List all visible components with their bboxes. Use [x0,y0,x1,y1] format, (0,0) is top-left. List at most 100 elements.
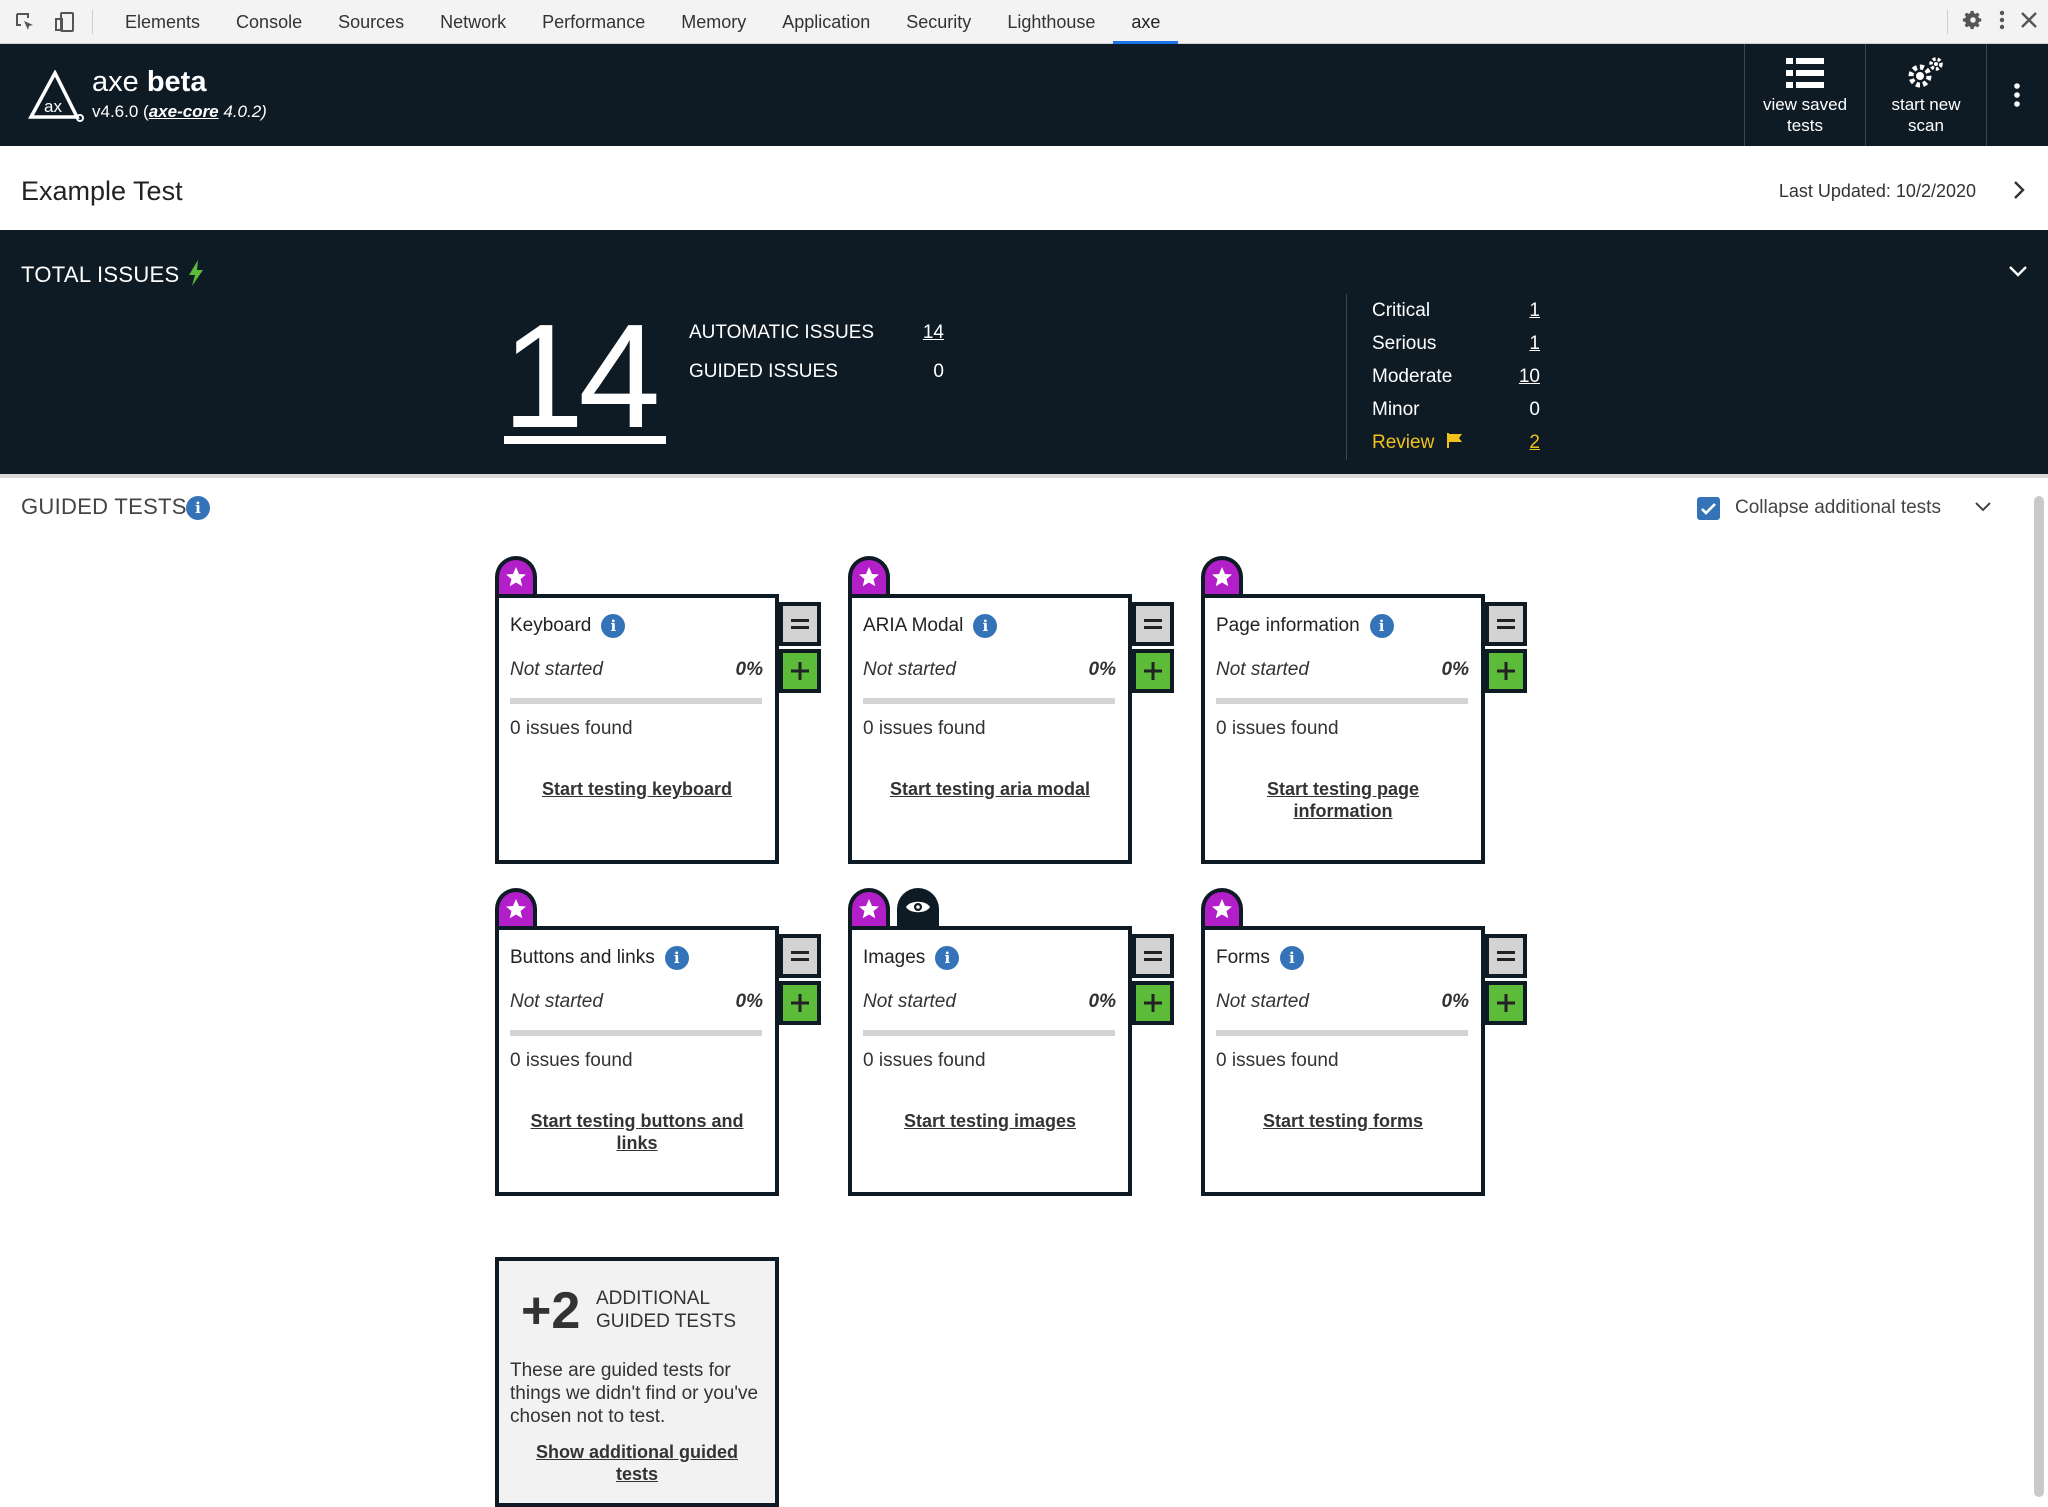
issues-divider [1346,294,1347,460]
eye-tab [897,888,939,926]
total-issues-count[interactable]: 14 [502,302,661,452]
guided-issues-count: 0 [933,361,944,382]
add-button[interactable] [1485,981,1527,1025]
equals-icon [791,951,809,961]
collapse-button[interactable] [779,602,821,646]
severity-serious-count[interactable]: 1 [1529,333,1540,355]
card-percent: 0% [1088,991,1116,1012]
collapse-button[interactable] [1132,602,1174,646]
review-label-text: Review [1372,432,1435,453]
start-testing-link[interactable]: Start testing aria modal [872,778,1108,800]
add-button[interactable] [1485,649,1527,693]
info-icon[interactable]: i [1369,614,1394,638]
chevron-right-icon[interactable] [2012,180,2026,205]
collapse-additional-label[interactable]: Collapse additional tests [1735,497,1941,519]
total-issues-underline [504,436,666,444]
tab-axe[interactable]: axe [1113,0,1179,44]
start-testing-link[interactable]: Start testing buttons and links [519,1110,755,1154]
add-button[interactable] [779,649,821,693]
guided-test-card-aria-modal: ARIA Modal i Not started 0% 0 issues foun… [848,594,1132,864]
star-icon [1212,567,1232,587]
tab-application[interactable]: Application [764,0,888,44]
last-updated: Last Updated: 10/2/2020 [1778,181,1976,201]
automatic-issues-count[interactable]: 14 [900,322,944,344]
severity-review-count[interactable]: 2 [1529,432,1540,454]
chevron-down-icon[interactable] [2008,264,2028,283]
start-new-scan-button[interactable]: start new scan [1865,44,1987,146]
info-icon[interactable]: i [601,614,626,638]
info-icon[interactable]: i [973,614,998,638]
tab-lighthouse[interactable]: Lighthouse [989,0,1113,44]
progress-bar [863,1030,1115,1036]
collapse-button[interactable] [779,934,821,978]
collapse-additional-checkbox[interactable] [1697,497,1720,520]
info-icon[interactable]: i [935,946,960,970]
equals-icon [1497,951,1515,961]
info-icon[interactable]: i [664,946,689,970]
equals-icon [791,619,809,629]
eye-icon [906,901,930,913]
device-toggle-icon[interactable] [50,7,80,37]
progress-bar [510,1030,762,1036]
severity-review-label: Review [1372,432,1464,454]
card-status: Not started [863,991,956,1012]
tab-performance[interactable]: Performance [524,0,663,44]
plus-icon [791,994,809,1012]
add-button[interactable] [1132,981,1174,1025]
tab-elements[interactable]: Elements [107,0,218,44]
star-tab [848,888,890,926]
tab-sources[interactable]: Sources [320,0,422,44]
card-title-text: Images [863,947,926,968]
tab-security[interactable]: Security [888,0,989,44]
inspect-element-icon[interactable] [10,7,40,37]
severity-moderate-count[interactable]: 10 [1519,366,1540,388]
start-testing-link[interactable]: Start testing images [872,1110,1108,1132]
add-button[interactable] [1132,649,1174,693]
guided-test-card-keyboard: Keyboard i Not started 0% 0 issues found … [495,594,779,864]
equals-icon [1497,619,1515,629]
toolbar-divider [1947,10,1948,34]
view-saved-tests-button[interactable]: view saved tests [1744,44,1865,146]
info-icon[interactable]: i [1279,946,1304,970]
start-testing-link[interactable]: Start testing page information [1225,778,1461,822]
card-issues-found: 0 issues found [1216,1050,1339,1071]
card-percent: 0% [735,991,763,1012]
progress-bar [863,698,1115,704]
start-testing-link[interactable]: Start testing forms [1225,1110,1461,1132]
card-title-text: Forms [1216,947,1270,968]
axe-core-link[interactable]: axe-core [149,102,219,121]
show-additional-tests-link[interactable]: Show additional guided tests [519,1441,755,1485]
settings-icon[interactable] [1962,9,1984,36]
tab-console[interactable]: Console [218,0,320,44]
star-icon [506,567,526,587]
guided-test-card-forms: Forms i Not started 0% 0 issues found Sta… [1201,926,1485,1196]
chevron-down-icon[interactable] [1974,500,1992,518]
info-icon[interactable]: i [186,496,210,520]
tab-network[interactable]: Network [422,0,524,44]
devtools-toolbar: Elements Console Sources Network Perform… [0,0,2048,44]
card-title: Forms i [1216,946,1304,970]
tab-memory[interactable]: Memory [663,0,764,44]
close-icon[interactable] [2020,11,2038,34]
severity-critical-count[interactable]: 1 [1529,300,1540,322]
card-issues-found: 0 issues found [510,1050,633,1071]
plus-icon [1497,662,1515,680]
collapse-button[interactable] [1485,934,1527,978]
star-icon [506,899,526,919]
start-testing-link[interactable]: Start testing keyboard [519,778,755,800]
devtools-right-controls [1947,0,2038,44]
card-percent: 0% [1441,659,1469,680]
collapse-button[interactable] [1485,602,1527,646]
flag-icon [1446,432,1464,453]
card-status: Not started [863,659,956,680]
test-title-bar: Example Test Last Updated: 10/2/2020 [0,146,2048,236]
severity-minor-count: 0 [1529,399,1540,420]
collapse-button[interactable] [1132,934,1174,978]
page-title: Example Test [21,176,183,206]
kebab-menu-icon[interactable] [2013,82,2021,113]
svg-text:ax: ax [44,97,62,116]
add-button[interactable] [779,981,821,1025]
card-status: Not started [1216,991,1309,1012]
more-vertical-icon[interactable] [1998,9,2006,36]
vertical-scrollbar[interactable] [2034,496,2044,1497]
